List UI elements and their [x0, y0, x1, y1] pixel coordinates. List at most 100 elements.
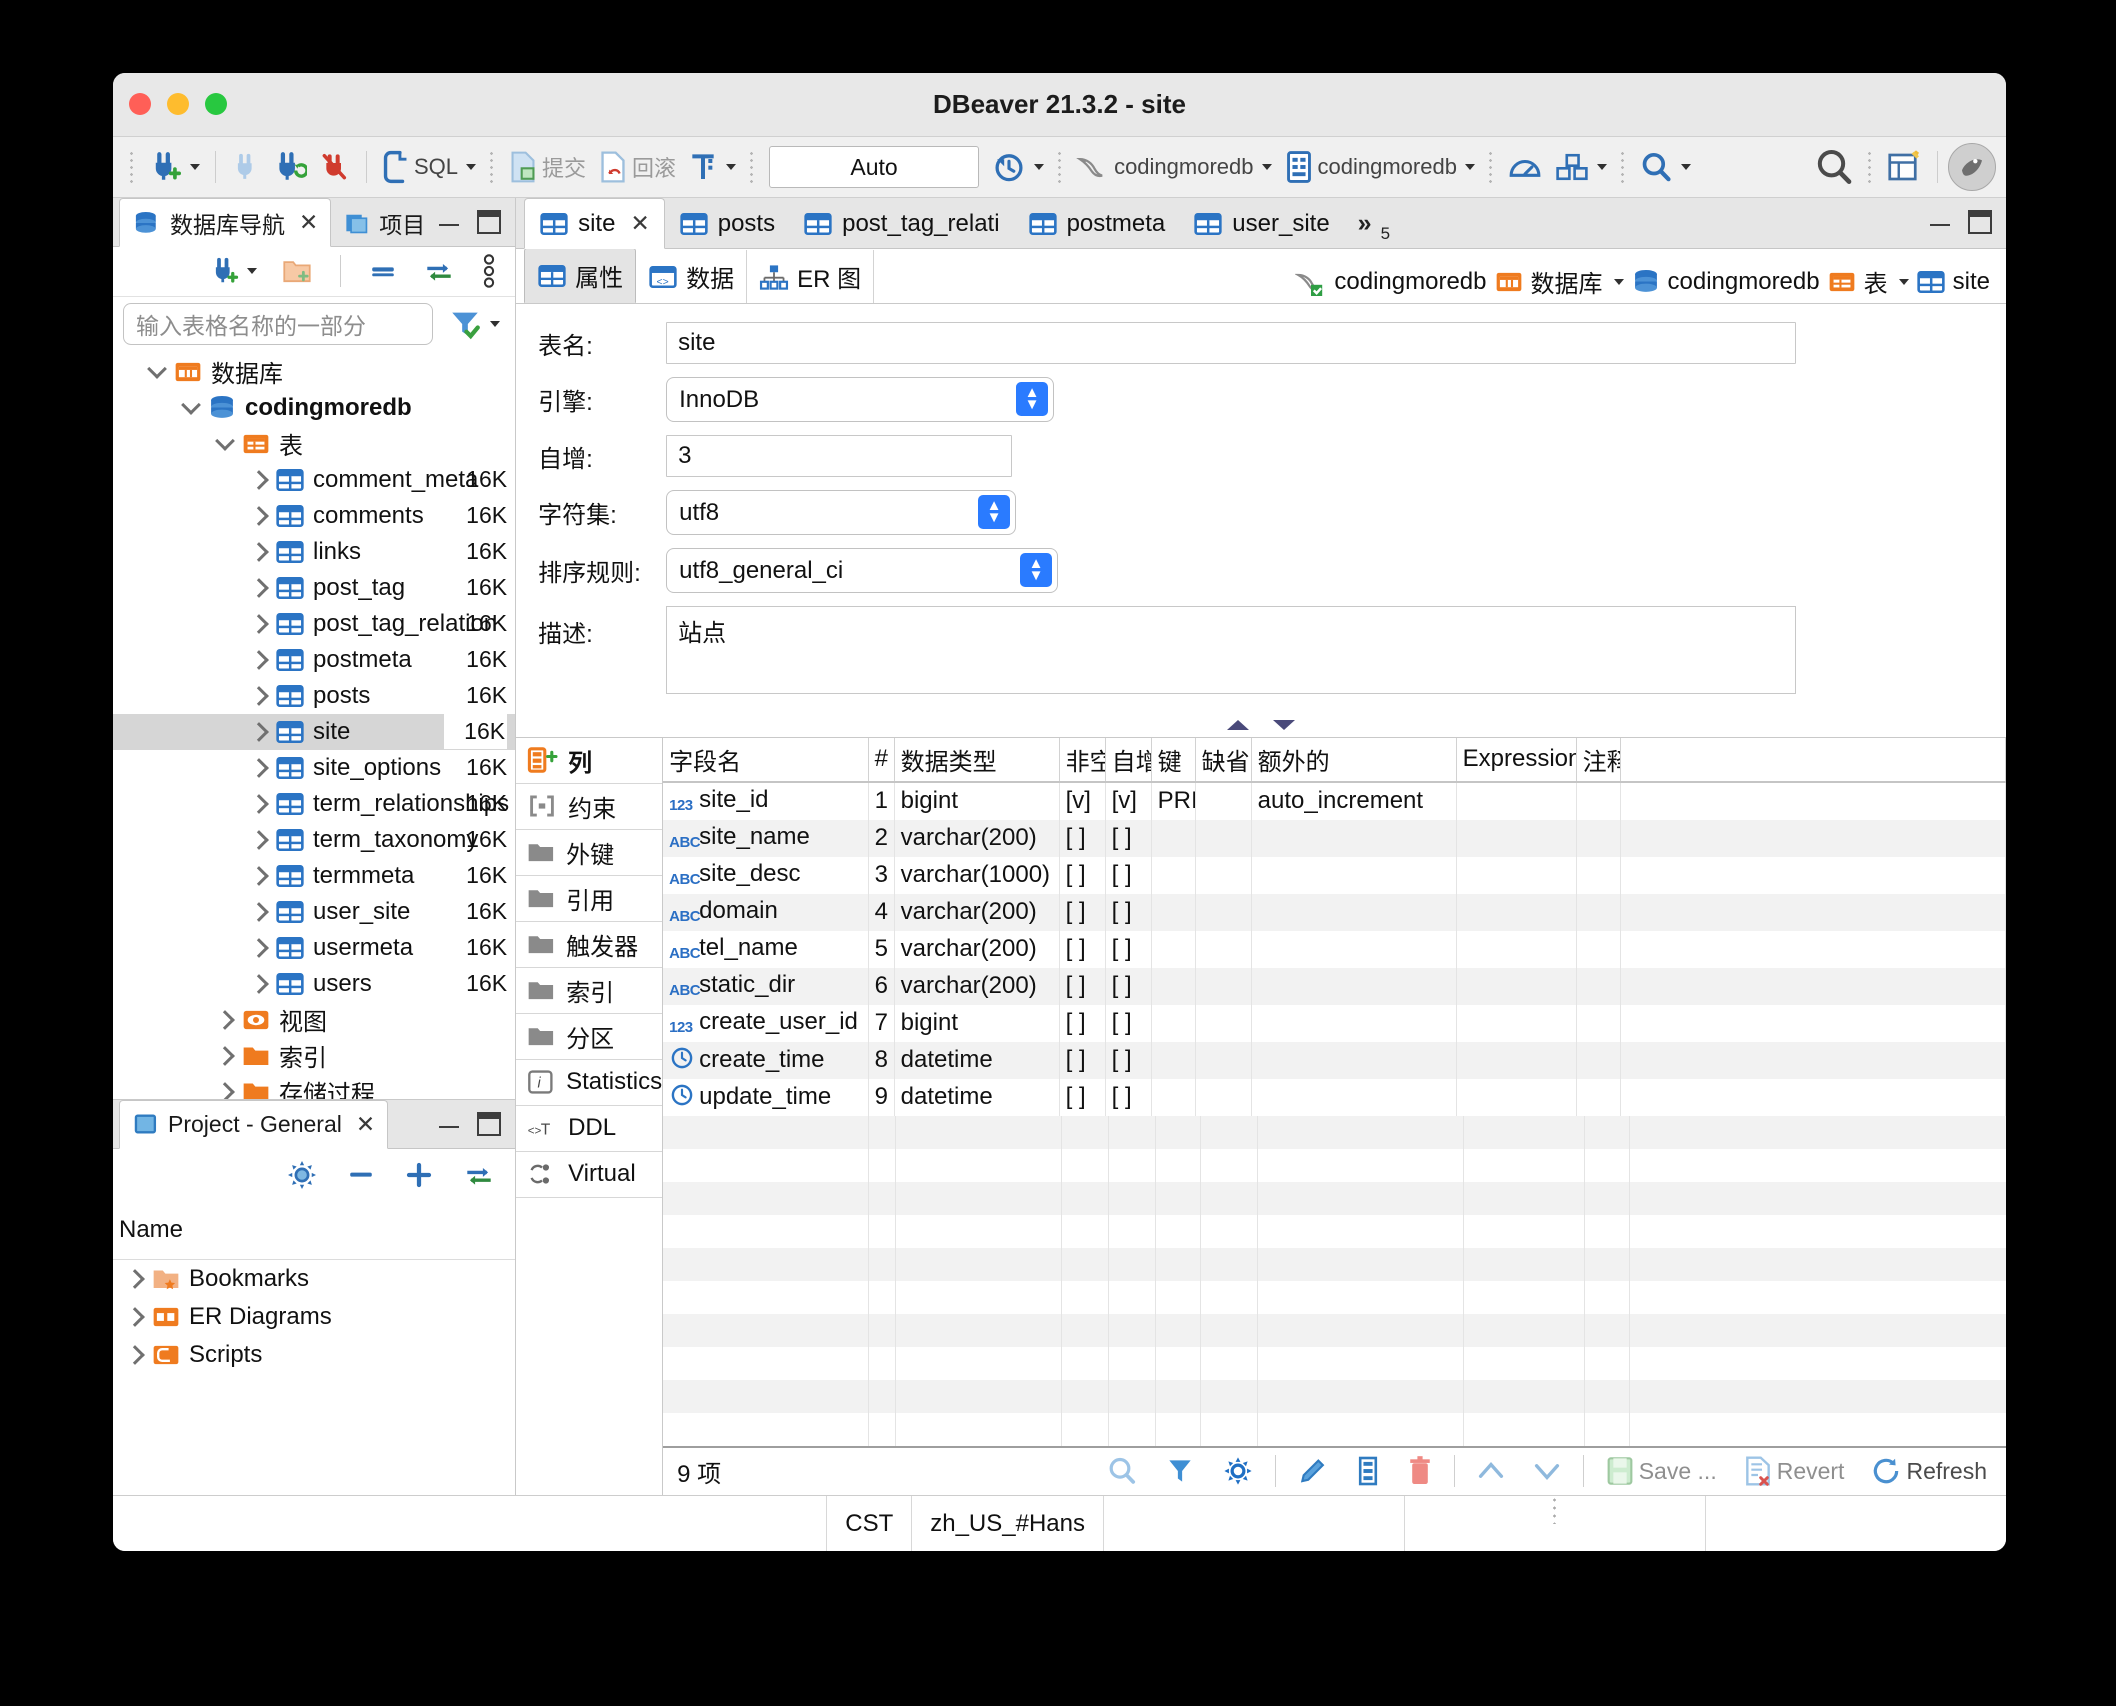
- grid-cell-type[interactable]: varchar(1000): [894, 856, 1060, 894]
- object-nav-virtual[interactable]: Virtual: [516, 1152, 663, 1198]
- project-collapse-button[interactable]: [341, 1160, 381, 1190]
- auto-increment-input[interactable]: 3: [666, 435, 1013, 477]
- grid-header-cell[interactable]: Expression: [1456, 737, 1577, 783]
- grid-cell-num[interactable]: 8: [868, 1041, 895, 1079]
- breadcrumb-item-codingmoredb[interactable]: codingmoredb: [1295, 268, 1487, 296]
- grid-cell-comment[interactable]: [1576, 856, 1621, 894]
- project-settings-button[interactable]: [281, 1156, 323, 1194]
- new-connection-small-button[interactable]: [204, 253, 262, 289]
- toolbar-grip[interactable]: [489, 150, 496, 184]
- grid-cell-notnull[interactable]: [ ]: [1059, 1004, 1106, 1042]
- object-nav-约束[interactable]: 约束: [516, 784, 663, 830]
- grid-cell-extra[interactable]: [1251, 967, 1457, 1005]
- toolbar-grip[interactable]: [1057, 150, 1064, 184]
- grid-cell-default[interactable]: [1195, 819, 1252, 857]
- grid-cell-notnull[interactable]: [ ]: [1059, 930, 1106, 968]
- grid-cell-default[interactable]: [1195, 893, 1252, 931]
- tree-expander[interactable]: [177, 395, 205, 415]
- collapse-all-button[interactable]: [363, 256, 403, 286]
- tree-item-termmeta[interactable]: termmeta 16K: [113, 858, 515, 894]
- subtab-数据[interactable]: <> 数据: [636, 250, 748, 303]
- editor-tab-user_site[interactable]: user_site: [1179, 199, 1343, 248]
- grid-cell-notnull[interactable]: [ ]: [1059, 967, 1106, 1005]
- toolbar-grip[interactable]: [749, 150, 756, 184]
- link-with-editor-button[interactable]: [417, 255, 461, 287]
- tree-expander[interactable]: [245, 793, 273, 814]
- grid-cell-extra[interactable]: [1251, 1041, 1457, 1079]
- tree-item-post_tag_relation[interactable]: post_tag_relation 16K: [113, 606, 515, 642]
- tree-expander[interactable]: [211, 431, 239, 451]
- active-database-selector[interactable]: codingmoredb: [1279, 147, 1480, 187]
- grid-cell-name[interactable]: ABCsite_name: [663, 819, 869, 857]
- grid-cell-expression[interactable]: [1456, 930, 1577, 968]
- grid-cell-num[interactable]: 6: [868, 967, 895, 1005]
- tree-expander[interactable]: [245, 685, 273, 706]
- connect-button[interactable]: [226, 148, 266, 186]
- grid-cell-default[interactable]: [1195, 1041, 1252, 1079]
- dashboard-button[interactable]: [1502, 147, 1548, 187]
- data-transfer-button[interactable]: [1550, 149, 1612, 185]
- new-folder-button[interactable]: [276, 254, 318, 288]
- grid-cell-key[interactable]: [1151, 930, 1196, 968]
- grid-cell-comment[interactable]: [1576, 1004, 1621, 1042]
- grid-filter-button[interactable]: [1159, 1452, 1201, 1490]
- grid-cell-num[interactable]: 5: [868, 930, 895, 968]
- edit-column-button[interactable]: [1292, 1452, 1334, 1490]
- tree-expander[interactable]: [245, 757, 273, 778]
- grid-cell-expression[interactable]: [1456, 1078, 1577, 1116]
- tree-expander[interactable]: [245, 613, 273, 634]
- project-item-bookmarks[interactable]: Bookmarks: [113, 1260, 515, 1298]
- tree-item-表[interactable]: 表: [113, 426, 515, 462]
- breadcrumb-item-codingmoredb[interactable]: codingmoredb: [1631, 268, 1820, 296]
- grid-cell-num[interactable]: 1: [868, 781, 895, 820]
- stepper-arrows-icon[interactable]: ▲ ▼: [978, 495, 1011, 529]
- object-nav-外键[interactable]: 外键: [516, 830, 663, 876]
- grid-cell-default[interactable]: [1195, 930, 1252, 968]
- refresh-button[interactable]: Refresh: [1865, 1452, 1992, 1490]
- tree-item-site[interactable]: site 16K: [113, 713, 516, 750]
- grid-cell-extra[interactable]: [1251, 1078, 1457, 1116]
- tree-item-links[interactable]: links 16K: [113, 534, 515, 570]
- tree-expander[interactable]: [245, 973, 273, 994]
- grid-cell-expression[interactable]: [1456, 781, 1577, 820]
- grid-cell-extra[interactable]: [1251, 856, 1457, 894]
- tree-item-存储过程[interactable]: 存储过程: [113, 1074, 515, 1099]
- grid-cell-notnull[interactable]: [ ]: [1059, 1078, 1106, 1116]
- grid-cell-key[interactable]: [1151, 967, 1196, 1005]
- grid-cell-name[interactable]: ABCsite_desc: [663, 856, 869, 894]
- grid-cell-autoinc[interactable]: [ ]: [1105, 856, 1152, 894]
- find-button[interactable]: [1634, 147, 1696, 187]
- grid-cell-extra[interactable]: [1251, 893, 1457, 931]
- breadcrumb-item-数据库[interactable]: 数据库: [1494, 264, 1624, 299]
- grid-header-cell[interactable]: 注释: [1576, 737, 1621, 783]
- table-row[interactable]: ABCtel_name 5 varchar(200)[ ][ ]: [663, 930, 2006, 968]
- tree-item-user_site[interactable]: user_site 16K: [113, 894, 515, 930]
- columns-grid[interactable]: 字段名#数据类型非空自增键缺省额外的Expression注释 123site_i…: [663, 737, 2006, 1116]
- subtab-ER 图[interactable]: ER 图: [747, 250, 875, 303]
- object-nav-引用[interactable]: 引用: [516, 876, 663, 922]
- tree-expander[interactable]: [245, 721, 273, 742]
- toolbar-grip[interactable]: [129, 150, 135, 184]
- table-row[interactable]: update_time 9 datetime[ ][ ]: [663, 1078, 2006, 1116]
- editor-tab-postmeta[interactable]: postmeta: [1014, 199, 1180, 248]
- tree-expander[interactable]: [121, 1344, 149, 1365]
- tree-item-视图[interactable]: 视图: [113, 1002, 515, 1038]
- grid-cell-comment[interactable]: [1576, 1041, 1621, 1079]
- grid-cell-type[interactable]: datetime: [894, 1041, 1060, 1079]
- stepper-arrows-icon[interactable]: ▲ ▼: [1020, 553, 1053, 587]
- editor-tab-posts[interactable]: posts: [665, 199, 789, 248]
- object-nav-索引[interactable]: 索引: [516, 968, 663, 1014]
- grid-cell-name[interactable]: ABCstatic_dir: [663, 967, 869, 1005]
- grid-cell-type[interactable]: bigint: [894, 781, 1060, 820]
- tree-expander[interactable]: [121, 1306, 149, 1327]
- toolbar-grip[interactable]: [1867, 150, 1873, 184]
- editor-tabs-overflow-button[interactable]: » 5: [1344, 199, 1404, 248]
- filter-settings-button[interactable]: [443, 304, 505, 344]
- move-up-button[interactable]: [1471, 1455, 1511, 1487]
- project-item-er-diagrams[interactable]: ER Diagrams: [113, 1298, 515, 1336]
- tree-expander[interactable]: [245, 937, 273, 958]
- subtab-属性[interactable]: 属性: [524, 248, 637, 303]
- grid-cell-autoinc[interactable]: [ ]: [1105, 893, 1152, 931]
- grid-cell-comment[interactable]: [1576, 930, 1621, 968]
- tree-item-site_options[interactable]: site_options 16K: [113, 750, 515, 786]
